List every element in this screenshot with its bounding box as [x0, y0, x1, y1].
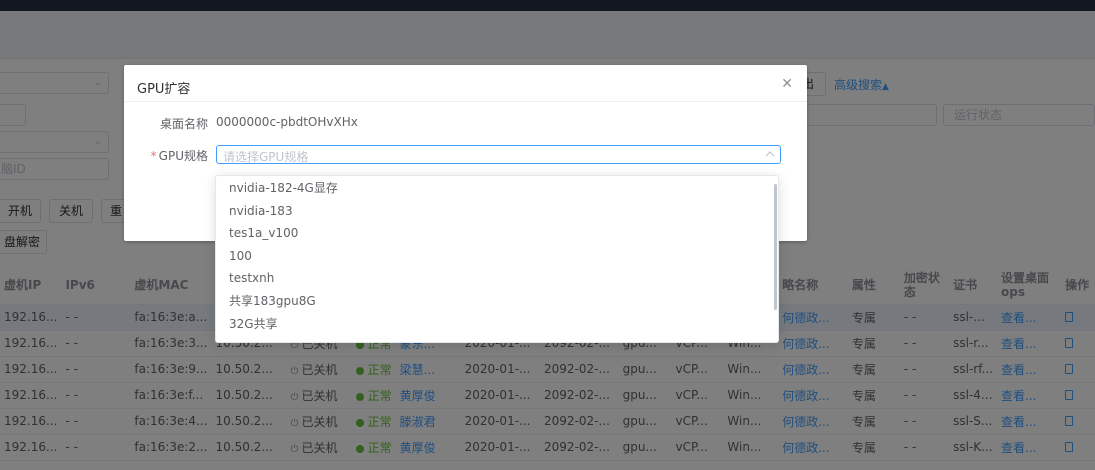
gpu-spec-label: * GPU规格: [124, 147, 208, 164]
gpu-spec-option[interactable]: 32G共享: [216, 313, 778, 336]
gpu-spec-dropdown: nvidia-182-4G显存 nvidia-183 tes1a_v100 100 te…: [215, 175, 779, 343]
dialog-title: GPU扩容: [137, 82, 191, 97]
dialog-header: GPU扩容 ✕: [124, 65, 807, 102]
gpu-spec-label-text: GPU规格: [158, 149, 208, 163]
gpu-spec-option[interactable]: nvidia-183: [216, 200, 778, 223]
required-mark: *: [150, 149, 157, 163]
gpu-spec-option[interactable]: 共享183gpu8G: [216, 290, 778, 313]
gpu-spec-select[interactable]: 请选择GPU规格: [216, 145, 781, 164]
gpu-spec-option[interactable]: testxnh: [216, 267, 778, 290]
dropdown-scrollbar[interactable]: [774, 184, 777, 310]
gpu-spec-placeholder: 请选择GPU规格: [223, 150, 309, 164]
chevron-up-icon: [765, 151, 775, 157]
desktop-name-value: 0000000c-pbdtOHvXHx: [216, 115, 358, 129]
close-icon[interactable]: ✕: [781, 76, 793, 92]
gpu-spec-option[interactable]: tes1a_v100: [216, 222, 778, 245]
gpu-spec-option[interactable]: nvidia-182-4G显存: [216, 177, 778, 200]
gpu-spec-option[interactable]: 100: [216, 245, 778, 268]
desktop-name-label: 桌面名称: [159, 117, 208, 131]
